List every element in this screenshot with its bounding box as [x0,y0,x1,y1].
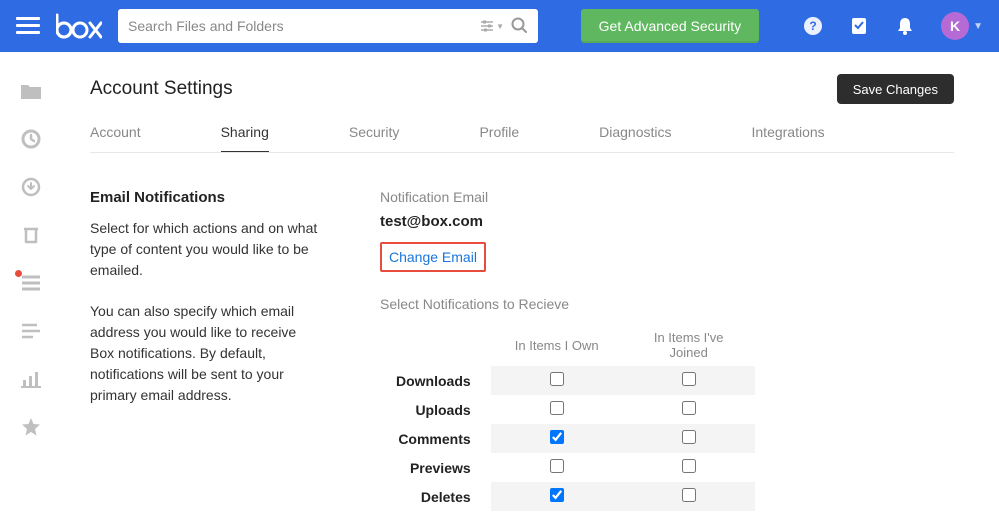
rail-recents-icon[interactable] [19,128,43,150]
comments-joined-checkbox[interactable] [682,430,696,444]
col-items-own: In Items I Own [491,324,623,366]
notification-email-label: Notification Email [380,189,954,205]
tab-security[interactable]: Security [349,124,400,152]
tasks-icon[interactable] [849,16,869,36]
row-downloads-label: Downloads [380,366,491,395]
uploads-joined-checkbox[interactable] [682,401,696,415]
rail-trash-icon[interactable] [19,224,43,246]
email-notifications-desc-1: Select for which actions and on what typ… [90,218,320,281]
box-logo[interactable] [56,13,102,39]
svg-text:?: ? [809,19,816,33]
avatar: K [941,12,969,40]
row-deletes-label: Deletes [380,482,491,511]
downloads-own-checkbox[interactable] [550,372,564,386]
search-icon[interactable] [510,16,528,37]
comments-own-checkbox[interactable] [550,430,564,444]
top-bar: ▼ Get Advanced Security ? K ▼ [0,0,999,52]
help-icon[interactable]: ? [803,16,823,36]
menu-toggle-button[interactable] [16,17,40,35]
tab-integrations[interactable]: Integrations [752,124,825,152]
select-notifications-label: Select Notifications to Recieve [380,296,954,312]
side-rail [0,52,62,514]
filter-icon[interactable]: ▼ [480,20,504,32]
save-changes-button[interactable]: Save Changes [837,74,954,104]
uploads-own-checkbox[interactable] [550,401,564,415]
row-uploads-label: Uploads [380,395,491,424]
rail-notes-icon[interactable] [19,272,43,294]
tab-profile[interactable]: Profile [479,124,519,152]
deletes-own-checkbox[interactable] [550,488,564,502]
downloads-joined-checkbox[interactable] [682,372,696,386]
notifications-table: In Items I Own In Items I've Joined Down… [380,324,755,511]
email-notifications-desc-2: You can also specify which email address… [90,301,320,406]
user-menu[interactable]: K ▼ [941,12,983,40]
search-bar[interactable]: ▼ [118,9,538,43]
row-previews-label: Previews [380,453,491,482]
rail-analytics-icon[interactable] [19,368,43,390]
main-content: Account Settings Save Changes Account Sh… [62,52,982,514]
previews-joined-checkbox[interactable] [682,459,696,473]
rail-favorites-icon[interactable] [19,416,43,438]
chevron-down-icon: ▼ [973,21,983,32]
rail-files-icon[interactable] [19,80,43,102]
notification-dot [15,270,22,277]
row-comments-label: Comments [380,424,491,453]
search-input[interactable] [128,18,480,34]
email-notifications-heading: Email Notifications [90,189,320,206]
tab-diagnostics[interactable]: Diagnostics [599,124,671,152]
change-email-link[interactable]: Change Email [380,242,486,272]
previews-own-checkbox[interactable] [550,459,564,473]
tab-account[interactable]: Account [90,124,141,152]
notification-email-value: test@box.com [380,213,954,230]
col-items-joined: In Items I've Joined [623,324,755,366]
deletes-joined-checkbox[interactable] [682,488,696,502]
settings-tabs: Account Sharing Security Profile Diagnos… [90,124,954,153]
rail-synced-icon[interactable] [19,176,43,198]
page-title: Account Settings [90,78,233,100]
get-advanced-security-button[interactable]: Get Advanced Security [581,9,759,43]
notifications-icon[interactable] [895,16,915,36]
rail-feed-icon[interactable] [19,320,43,342]
tab-sharing[interactable]: Sharing [221,124,269,152]
